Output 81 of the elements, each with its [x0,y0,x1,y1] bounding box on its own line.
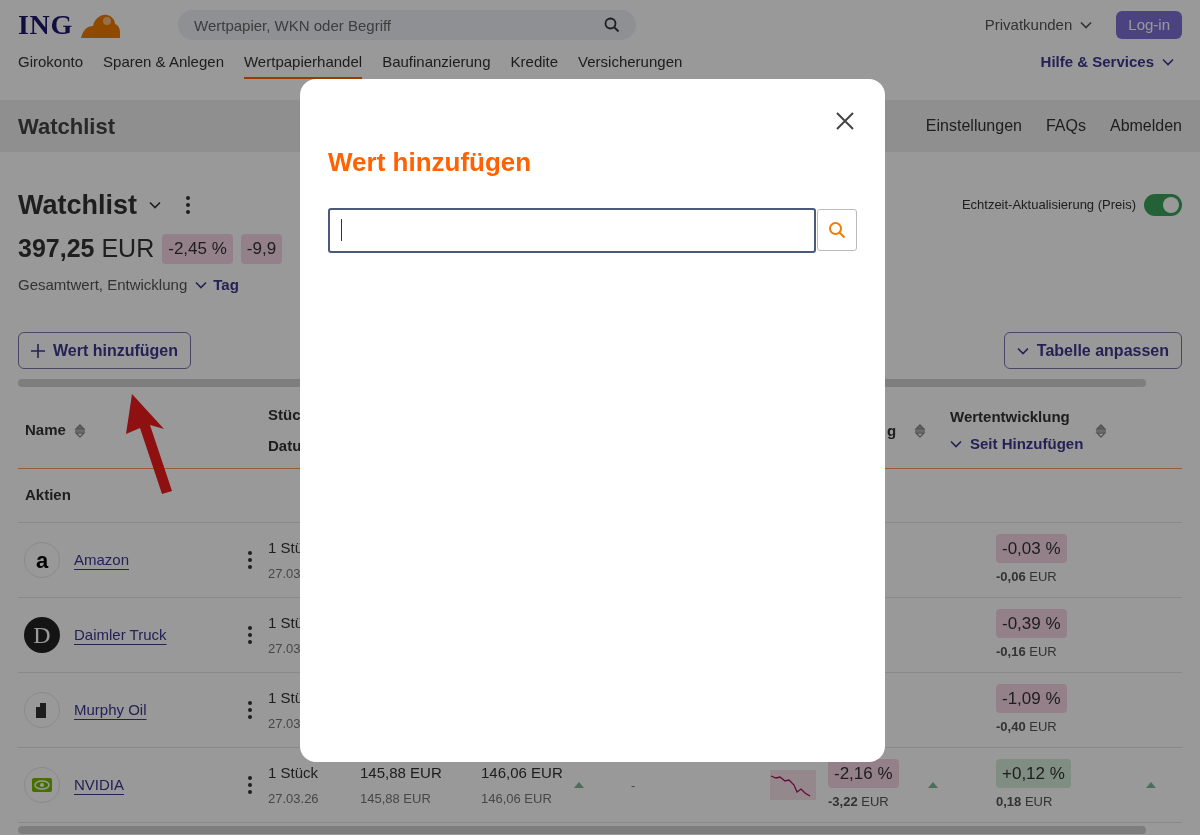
date: 27.03 [268,639,302,658]
change-amount: -0,16 EUR [996,643,1057,661]
sparkline [770,770,816,800]
add-value-button[interactable]: Wert hinzufügen [18,332,192,369]
customize-table-button[interactable]: Tabelle anpassen [1003,332,1182,369]
price-sub: 146,06 EUR [481,789,553,808]
nav-tab[interactable]: Girokonto [18,50,84,79]
row-menu-icon[interactable] [248,701,252,719]
plus-icon [31,343,45,358]
nav-tab[interactable]: Versicherungen [578,50,683,79]
column-header: Datu [268,435,303,456]
stock-link[interactable]: NVIDIA [74,773,124,797]
table-cell: - [631,778,636,793]
change-amount: -3,22 EUR [828,793,889,811]
column-header: Stüc [268,405,302,425]
column-header: Wertentwicklung [950,407,1071,427]
chevron-down-icon [1162,57,1174,66]
price: 146,06 EUR [481,763,564,783]
column-header: g [887,421,897,439]
change-badge: -0,03 % [996,533,1067,563]
dialog-title: Wert hinzufügen [328,146,533,179]
chevron-down-icon [950,439,962,448]
change-badge: -1,09 % [996,683,1067,713]
chevron-down-icon [149,201,161,209]
help-dropdown[interactable]: Hilfe & Services [1040,50,1174,79]
group-heading: Aktien [25,485,71,506]
search-button[interactable] [817,209,857,251]
change-badge: -2,45 % [162,234,233,264]
search-icon[interactable] [604,17,620,33]
chevron-down-icon [1016,346,1029,355]
more-icon[interactable] [186,196,190,214]
stock-link[interactable]: Amazon [74,548,130,572]
stock-link[interactable]: Murphy Oil [74,698,147,722]
caret-up-icon [1146,782,1156,788]
nav-tab[interactable]: Sparen & Anlegen [103,50,224,79]
stock-link[interactable]: Daimler Truck [74,623,167,647]
caret-up-icon [574,782,584,788]
period-dropdown[interactable]: Tag [195,273,239,296]
brand-name: ING [18,8,73,42]
change-amount: 0,18 EUR [996,793,1053,811]
price-sub: 145,88 EUR [360,789,432,808]
nav-tab[interactable]: Kredite [510,50,559,79]
search-field[interactable] [328,208,816,253]
realtime-toggle[interactable] [1144,194,1182,216]
header-link[interactable]: Einstellungen [925,114,1022,138]
company-logo: D [24,617,60,653]
header-link[interactable]: Abmelden [1109,114,1182,138]
price: 145,88 EUR [360,763,443,783]
caret-up-icon [928,782,938,788]
watchlist-title: Watchlist [18,188,137,222]
date: 27.03 [268,714,302,733]
realtime-label: Echtzeit-Aktualisierung (Preis) [961,196,1136,215]
header-link[interactable]: FAQs [1045,114,1086,138]
nav-tab[interactable]: Baufinanzierung [382,50,491,79]
close-icon[interactable] [835,111,855,131]
change-badge: -2,16 % [828,758,899,788]
change-amount: -0,06 EUR [996,568,1057,586]
total-caption: Gesamtwert, Entwicklung [18,274,188,295]
scrollbar[interactable] [18,826,1146,834]
date: 27.03 [268,564,302,583]
segment-dropdown[interactable]: Privatkunden [984,13,1093,37]
date: 27.03.26 [268,789,320,808]
change-badge: -9,9 [240,234,283,264]
row-menu-icon[interactable] [248,626,252,644]
column-header: Name [25,420,66,441]
change-amount: -0,40 EUR [996,718,1057,736]
login-button[interactable]: Log-in [1116,11,1182,39]
total-value: 397,25 EUR [18,233,155,264]
page-title: Watchlist [18,112,115,141]
row-menu-icon[interactable] [248,551,252,569]
change-badge: +0,12 % [996,758,1071,788]
quantity: 1 Stück [268,763,320,783]
column-period-dropdown[interactable]: Seit Hinzufügen [950,432,1084,455]
change-badge: -0,39 % [996,608,1067,638]
search-icon [828,221,846,239]
chevron-down-icon [195,280,208,289]
row-menu-icon[interactable] [248,776,252,794]
company-logo: a [24,542,60,578]
search-field[interactable]: Wertpapier, WKN oder Begriff [178,10,636,40]
text-cursor [341,219,342,241]
chevron-down-icon [1080,21,1093,29]
